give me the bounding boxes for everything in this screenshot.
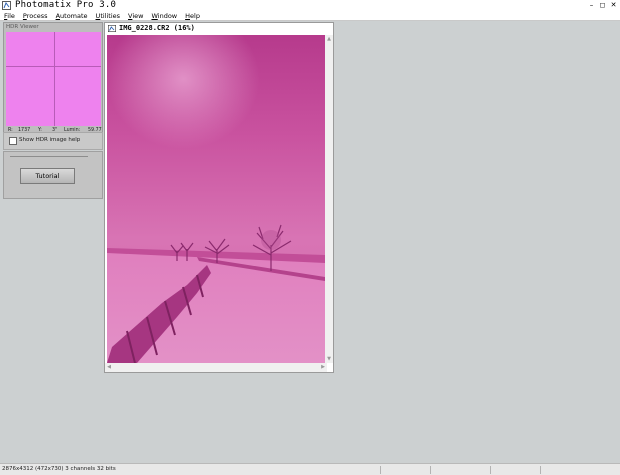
show-hdr-help-checkbox[interactable] bbox=[9, 137, 17, 145]
document-icon bbox=[108, 25, 116, 32]
crosshair-vertical bbox=[54, 32, 55, 126]
menu-view[interactable]: View bbox=[128, 11, 143, 21]
scroll-left-icon[interactable]: ◀ bbox=[105, 363, 113, 371]
scroll-up-icon[interactable]: ▲ bbox=[325, 35, 333, 43]
menu-file[interactable]: File bbox=[4, 11, 15, 21]
image-window-titlebar: IMG_0228.CR2 (16%) bbox=[105, 23, 333, 34]
image-document-window: IMG_0228.CR2 (16%) ▲ ▼ ◀ ▶ bbox=[104, 22, 334, 373]
hdr-viewer-preview bbox=[6, 32, 101, 126]
close-icon[interactable]: ✕ bbox=[609, 1, 618, 9]
menu-bar: File Process Automate Utilities View Win… bbox=[0, 11, 620, 21]
tutorial-button[interactable]: Tutorial bbox=[20, 168, 75, 184]
status-divider bbox=[540, 466, 541, 474]
restore-icon[interactable]: ◻ bbox=[598, 1, 607, 9]
status-divider bbox=[430, 466, 431, 474]
status-text: 2876x4312 (472x730) 3 channels 32 bits bbox=[2, 466, 116, 472]
minimize-icon[interactable]: – bbox=[587, 1, 596, 9]
menu-utilities[interactable]: Utilities bbox=[96, 11, 120, 21]
tutorial-separator bbox=[10, 156, 88, 157]
scroll-right-icon[interactable]: ▶ bbox=[319, 363, 327, 371]
status-divider bbox=[490, 466, 491, 474]
window-controls: – ◻ ✕ bbox=[587, 1, 618, 9]
menu-window[interactable]: Window bbox=[151, 11, 177, 21]
photomatix-app-icon bbox=[2, 1, 11, 10]
menu-automate[interactable]: Automate bbox=[56, 11, 88, 21]
menu-help[interactable]: Help bbox=[185, 11, 200, 21]
hdr-viewer-panel: HDR Viewer R: 1737 Y: 3" Lumin: 59.77 H:… bbox=[3, 22, 103, 150]
status-bar: 2876x4312 (472x730) 3 channels 32 bits bbox=[0, 463, 620, 475]
show-hdr-help-label: Show HDR image help bbox=[19, 137, 81, 143]
tutorial-panel: Tutorial bbox=[3, 151, 103, 199]
status-divider bbox=[380, 466, 381, 474]
hdr-photo-snow-landscape bbox=[107, 35, 325, 363]
hdr-viewer-title: HDR Viewer bbox=[6, 24, 39, 30]
horizontal-scrollbar[interactable]: ◀ ▶ bbox=[105, 363, 327, 372]
scroll-down-icon[interactable]: ▼ bbox=[325, 355, 333, 363]
image-window-title: IMG_0228.CR2 (16%) bbox=[119, 24, 195, 32]
vertical-scrollbar[interactable]: ▲ ▼ bbox=[325, 35, 333, 363]
menu-process[interactable]: Process bbox=[23, 11, 48, 21]
app-title: Photomatix Pro 3.0 bbox=[15, 0, 117, 10]
hdr-help-row: Show HDR image help bbox=[3, 132, 103, 150]
